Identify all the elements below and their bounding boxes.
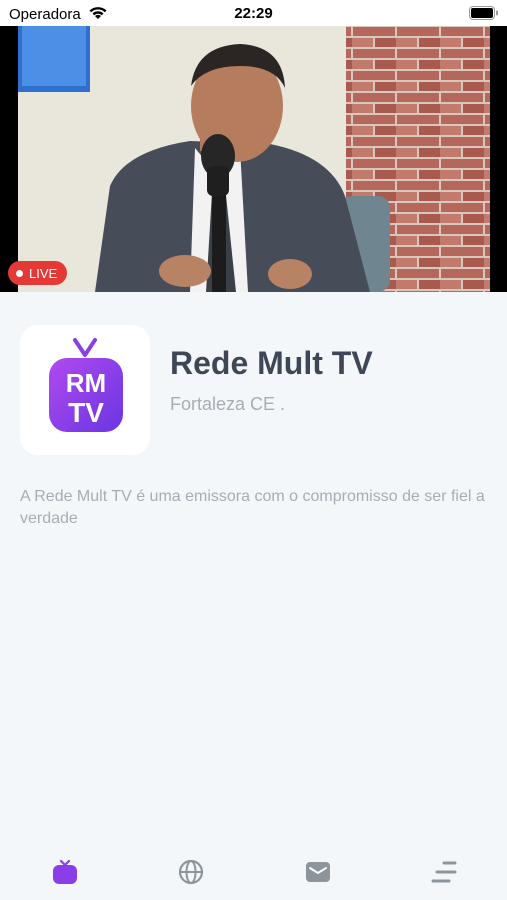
channel-name: Rede Mult TV [170,345,373,381]
live-label: LIVE [29,265,58,281]
menu-icon [431,861,457,883]
tab-globe[interactable] [176,857,206,887]
tv-logo-icon: RM TV [49,338,123,432]
tv-icon [53,859,77,884]
channel-description: A Rede Mult TV é uma emissora com o comp… [20,488,485,527]
video-frame [0,26,507,292]
mail-icon [306,862,330,882]
logo-text-bottom: TV [68,397,104,428]
video-player[interactable]: LIVE [0,26,507,292]
tab-mail[interactable] [303,857,333,887]
channel-location: Fortaleza CE . [170,394,286,414]
logo-text-top: RM [66,368,106,398]
status-bar: Operadora 22:29 [0,0,507,26]
channel-logo-card: RM TV [20,325,150,455]
tab-tv[interactable] [50,857,80,887]
live-badge: LIVE [8,261,68,285]
clock: 22:29 [234,5,273,22]
globe-icon [178,859,204,885]
live-dot-icon [16,269,23,277]
battery-icon [469,6,499,25]
tab-menu[interactable] [429,857,459,887]
